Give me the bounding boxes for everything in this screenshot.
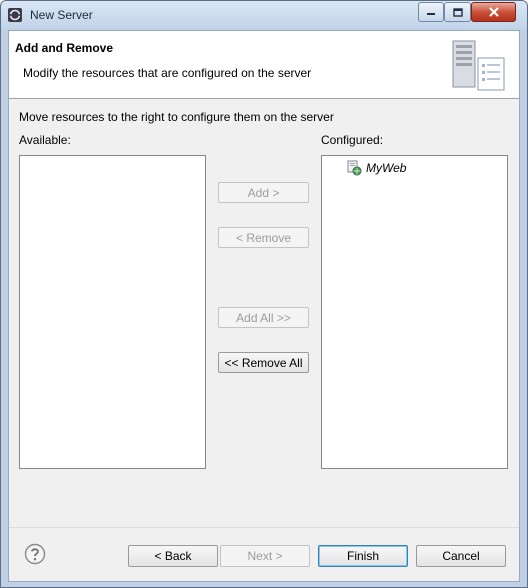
eclipse-app-icon (8, 8, 22, 22)
minimize-icon (427, 13, 435, 15)
configured-list[interactable]: MyWeb (321, 155, 508, 469)
new-server-window: New Server Add and Remove Modify the res… (0, 0, 528, 588)
window-title: New Server (30, 8, 93, 22)
dialog-client-area: Add and Remove Modify the resources that… (8, 30, 520, 582)
maximize-icon (452, 7, 463, 17)
available-list[interactable] (19, 155, 206, 469)
wizard-page-title: Add and Remove (15, 41, 114, 55)
configured-label: Configured: (321, 133, 384, 147)
remove-all-button[interactable]: << Remove All (218, 352, 309, 373)
minimize-button[interactable] (418, 2, 444, 22)
next-button[interactable]: Next > (220, 545, 310, 567)
cancel-button[interactable]: Cancel (416, 545, 506, 567)
instruction-text: Move resources to the right to configure… (19, 110, 334, 124)
remove-button[interactable]: < Remove (218, 227, 309, 248)
configured-item-label: MyWeb (366, 161, 407, 175)
title-bar[interactable]: New Server (1, 1, 527, 29)
wizard-page-description: Modify the resources that are configured… (23, 66, 312, 80)
server-wizard-icon (452, 40, 505, 91)
help-icon[interactable] (24, 543, 46, 565)
configured-item-myweb[interactable]: MyWeb (346, 160, 406, 176)
web-project-icon (347, 160, 362, 176)
close-icon (488, 7, 499, 17)
bottom-separator (9, 527, 519, 528)
close-button[interactable] (471, 2, 516, 22)
finish-button[interactable]: Finish (318, 545, 408, 567)
maximize-button[interactable] (444, 2, 471, 22)
back-button[interactable]: < Back (128, 545, 218, 567)
add-all-button[interactable]: Add All >> (218, 307, 309, 328)
available-label: Available: (19, 133, 71, 147)
add-button[interactable]: Add > (218, 182, 309, 203)
wizard-header: Add and Remove Modify the resources that… (9, 31, 519, 99)
